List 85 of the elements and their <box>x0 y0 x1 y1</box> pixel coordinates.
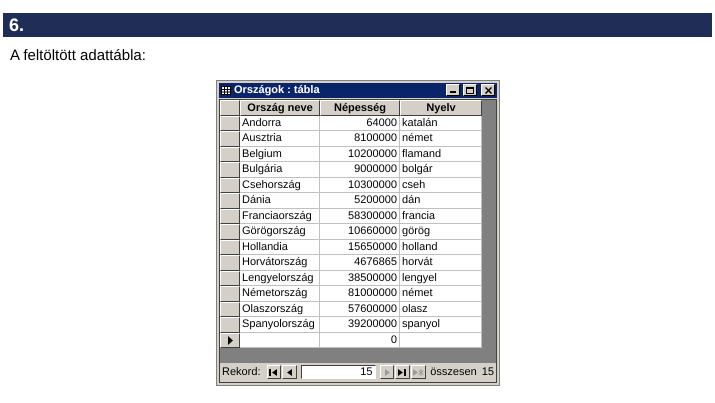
intro-text: A feltöltött adattábla: <box>10 46 147 66</box>
first-record-button[interactable] <box>266 365 282 379</box>
table-cell: Dánia <box>240 193 320 208</box>
table-cell: horvát <box>400 255 482 270</box>
table-cell: Belgium <box>240 146 320 162</box>
minimize-icon <box>450 91 456 93</box>
table-icon <box>221 86 231 94</box>
table-cell: 10300000 <box>320 178 400 193</box>
table-cell: 39200000 <box>320 317 400 332</box>
table-cell: 5200000 <box>320 193 400 208</box>
table-cell: 10660000 <box>320 224 400 240</box>
row-selector[interactable] <box>220 131 240 146</box>
table-cell: 0 <box>320 332 400 348</box>
previous-record-button[interactable] <box>282 365 298 379</box>
row-selector[interactable] <box>220 178 240 193</box>
total-label: összesen <box>430 364 477 380</box>
row-selector[interactable] <box>220 224 240 240</box>
table-cell: Bulgária <box>240 162 320 178</box>
table-cell: 10200000 <box>320 146 400 162</box>
record-number-field[interactable]: 15 <box>301 365 376 379</box>
total-count: 15 <box>482 364 494 380</box>
row-selector[interactable] <box>220 302 240 317</box>
table-cell: Lengyelország <box>240 270 320 286</box>
row-selector[interactable] <box>220 240 240 255</box>
row-selector[interactable] <box>220 332 240 348</box>
table-cell: 9000000 <box>320 162 400 178</box>
minimize-button[interactable] <box>446 84 460 96</box>
table-cell: német <box>400 286 482 302</box>
table-cell: Görögország <box>240 224 320 240</box>
table-cell: lengyel <box>400 270 482 286</box>
window-title: Országok : tábla <box>234 84 321 96</box>
table-cell: 38500000 <box>320 270 400 286</box>
record-label: Rekord: <box>222 364 261 380</box>
left-triangle-icon <box>287 368 292 376</box>
current-row-icon <box>228 336 232 345</box>
table-cell: 57600000 <box>320 302 400 317</box>
table-cell: holland <box>400 240 482 255</box>
table-cell: Ausztria <box>240 131 320 146</box>
row-selector[interactable] <box>220 317 240 332</box>
table-cell: bolgár <box>400 162 482 178</box>
last-record-button[interactable] <box>395 365 410 379</box>
column-header[interactable]: Ország neve <box>240 100 320 116</box>
table-cell: 58300000 <box>320 208 400 224</box>
table-cell: flamand <box>400 146 482 162</box>
table-cell: dán <box>400 193 482 208</box>
close-icon <box>484 86 492 94</box>
skip-end-icon <box>398 368 408 376</box>
row-selector[interactable] <box>220 116 240 131</box>
table-cell: cseh <box>400 178 482 193</box>
column-header[interactable]: Népesség <box>320 100 400 116</box>
column-header[interactable]: Nyelv <box>400 100 482 116</box>
table-cell: 8100000 <box>320 131 400 146</box>
table-cell: görög <box>400 224 482 240</box>
table-cell: Németország <box>240 286 320 302</box>
row-selector[interactable] <box>220 286 240 302</box>
table-cell: spanyol <box>400 317 482 332</box>
skip-start-icon <box>269 368 278 376</box>
table-cell: olasz <box>400 302 482 317</box>
table-cell: francia <box>400 208 482 224</box>
row-selector[interactable] <box>220 146 240 162</box>
table-cell: Franciaország <box>240 208 320 224</box>
new-record-icon <box>413 368 424 376</box>
row-selector[interactable] <box>220 193 240 208</box>
header-selector <box>220 100 240 116</box>
table-cell: Olaszország <box>240 302 320 317</box>
maximize-icon <box>466 86 474 94</box>
table-cell: Hollandia <box>240 240 320 255</box>
table-cell: katalán <box>400 116 482 131</box>
maximize-button[interactable] <box>463 84 477 96</box>
table-cell: 64000 <box>320 116 400 131</box>
section-number: 6. <box>9 14 24 36</box>
table-cell: Horvátország <box>240 255 320 270</box>
table-cell: 4676865 <box>320 255 400 270</box>
row-selector[interactable] <box>220 255 240 270</box>
table-cell: Csehország <box>240 178 320 193</box>
row-selector[interactable] <box>220 162 240 178</box>
row-selector[interactable] <box>220 270 240 286</box>
close-button[interactable] <box>481 84 495 96</box>
table-cell: 15650000 <box>320 240 400 255</box>
table-cell: Andorra <box>240 116 320 131</box>
table-cell: német <box>400 131 482 146</box>
row-selector[interactable] <box>220 208 240 224</box>
table-cell: 81000000 <box>320 286 400 302</box>
right-triangle-icon <box>384 368 390 376</box>
table-cell: Spanyolország <box>240 317 320 332</box>
